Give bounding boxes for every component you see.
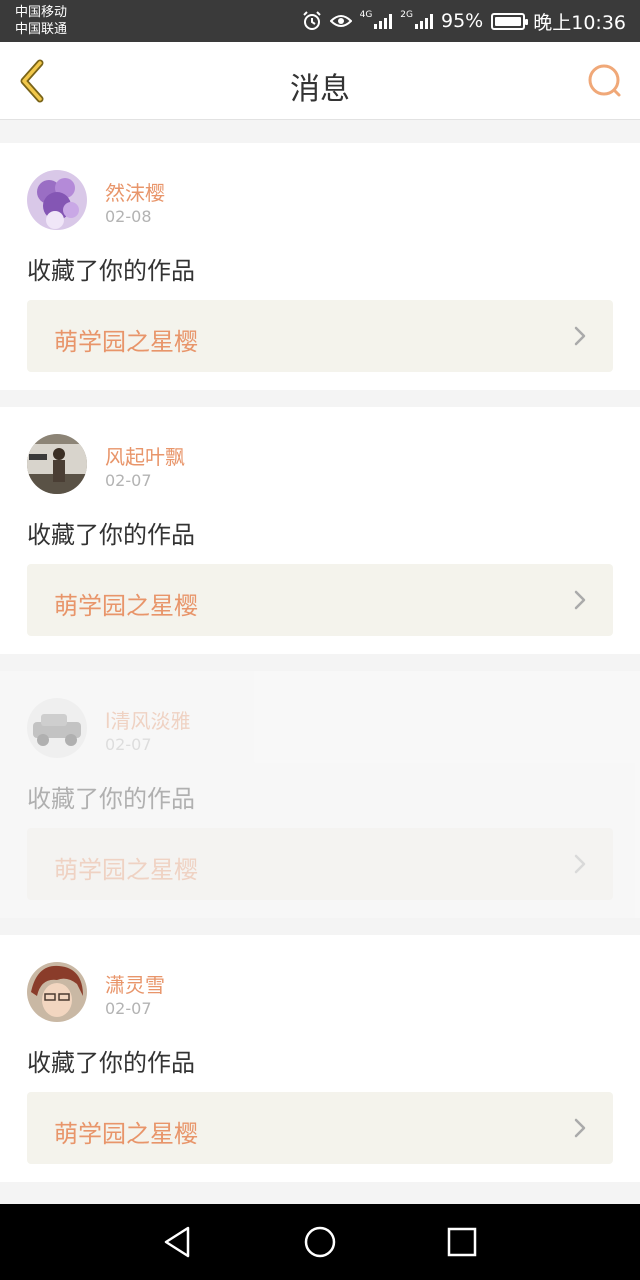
work-link[interactable]: 萌学园之星樱 [27, 300, 613, 372]
work-title: 萌学园之星樱 [54, 856, 198, 884]
app-header: 消息 [0, 42, 640, 120]
message-date: 02-07 [105, 471, 152, 490]
network-type-2: 2G [400, 10, 413, 20]
nav-recents-icon[interactable] [444, 1224, 480, 1260]
signal-strength-icon [415, 13, 433, 29]
search-icon [588, 64, 621, 97]
message-date: 02-07 [105, 735, 152, 754]
chevron-right-icon [574, 854, 586, 874]
carrier-secondary: 中国联通 [15, 22, 68, 37]
nav-back-icon[interactable] [160, 1224, 196, 1260]
message-card: 风起叶飘 02-07 收藏了你的作品 萌学园之星樱 [0, 407, 640, 654]
avatar[interactable] [27, 434, 87, 494]
carrier-primary: 中国移动 [15, 5, 68, 20]
work-link[interactable]: 萌学园之星樱 [27, 1092, 613, 1164]
message-text: 收藏了你的作品 [27, 257, 195, 285]
status-icons: 4G 2G 95% 晚上10:36 [302, 0, 626, 42]
message-list: 然沫樱 02-08 收藏了你的作品 萌学园之星樱 风起叶飘 02-07 收藏了你… [0, 143, 640, 1199]
chevron-right-icon [574, 1118, 586, 1138]
clock: 晚上10:36 [533, 11, 626, 34]
carrier-info: 中国移动 中国联通 [15, 4, 67, 38]
message-text: 收藏了你的作品 [27, 785, 195, 813]
message-date: 02-07 [105, 999, 152, 1018]
message-date: 02-08 [105, 207, 152, 226]
work-title: 萌学园之星樱 [54, 328, 198, 356]
nav-home-icon[interactable] [302, 1224, 338, 1260]
user-name[interactable]: l清风淡雅 [105, 705, 191, 734]
user-name[interactable]: 然沫樱 [105, 177, 165, 206]
avatar-image [27, 170, 87, 230]
work-title: 萌学园之星樱 [54, 592, 198, 620]
message-card: l清风淡雅 02-07 收藏了你的作品 萌学园之星樱 [0, 671, 640, 918]
signal-strength-icon [374, 13, 393, 29]
chevron-right-icon [574, 326, 586, 346]
avatar[interactable] [27, 698, 87, 758]
system-navigation-bar [0, 1204, 640, 1280]
alarm-icon [302, 11, 321, 30]
battery-percent: 95% [441, 10, 484, 32]
message-text: 收藏了你的作品 [27, 521, 195, 549]
avatar[interactable] [27, 962, 87, 1022]
message-text: 收藏了你的作品 [27, 1049, 195, 1077]
search-button[interactable] [586, 62, 624, 100]
user-name[interactable]: 潇灵雪 [105, 969, 165, 998]
chevron-right-icon [574, 590, 586, 610]
avatar[interactable] [27, 170, 87, 230]
avatar-image [27, 962, 87, 1022]
battery-icon [491, 12, 529, 30]
page-title: 消息 [290, 72, 350, 107]
work-title: 萌学园之星樱 [54, 1120, 198, 1148]
status-bar: 中国移动 中国联通 4G 2G 95% 晚上10:36 [0, 0, 640, 42]
message-card: 然沫樱 02-08 收藏了你的作品 萌学园之星樱 [0, 143, 640, 390]
avatar-image [27, 698, 87, 758]
network-type-1: 4G [359, 10, 373, 20]
work-link[interactable]: 萌学园之星樱 [27, 564, 613, 636]
message-card: 潇灵雪 02-07 收藏了你的作品 萌学园之星樱 [0, 935, 640, 1182]
user-name[interactable]: 风起叶飘 [105, 441, 185, 470]
work-link[interactable]: 萌学园之星樱 [27, 828, 613, 900]
eye-icon [329, 15, 352, 27]
avatar-image [27, 434, 87, 494]
